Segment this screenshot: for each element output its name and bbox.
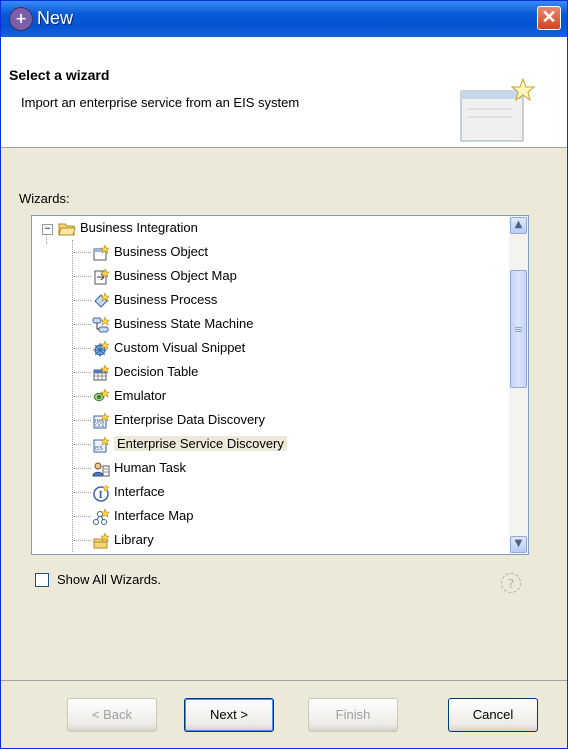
chevron-up-icon: ▲ — [514, 219, 523, 230]
custom-visual-snippet-icon — [93, 339, 110, 357]
business-process-icon — [94, 291, 110, 308]
help-icon[interactable]: ? — [501, 573, 521, 593]
tree-root-business-integration[interactable]: Business Integration — [58, 216, 198, 240]
tree-item-enterprise-service-discovery[interactable]: EIS Enterprise Service Discovery — [92, 432, 287, 456]
chevron-down-icon: ▼ — [514, 538, 523, 549]
tree-item-label: Human Task — [114, 460, 187, 475]
tree-item-label: Custom Visual Snippet — [114, 340, 246, 355]
tree-item-business-object[interactable]: Business Object — [92, 240, 208, 264]
enterprise-service-discovery-icon: EIS — [93, 435, 110, 453]
tree-item-label: Interface Map — [114, 508, 194, 523]
tree-item-label: Interface — [114, 484, 165, 499]
cancel-button[interactable]: Cancel — [448, 698, 538, 732]
enterprise-data-discovery-icon: IMSCICS — [93, 411, 110, 429]
scroll-down-button[interactable]: ▼ — [510, 536, 527, 553]
wizards-tree[interactable]: − Business Integration Business Object B… — [31, 215, 529, 555]
svg-text:I: I — [99, 491, 103, 501]
next-button[interactable]: Next > — [184, 698, 274, 732]
folder-open-icon — [58, 223, 76, 236]
interface-icon: I — [93, 484, 110, 502]
tree-item-label: Enterprise Data Discovery — [114, 412, 265, 427]
svg-text:EIS: EIS — [95, 446, 103, 452]
interface-map-icon — [93, 507, 110, 525]
close-icon: ✕ — [541, 7, 557, 27]
title-bar[interactable]: + New ✕ — [1, 1, 567, 37]
scroll-up-button[interactable]: ▲ — [510, 217, 527, 234]
back-button[interactable]: < Back — [67, 698, 157, 732]
window-title: New — [37, 8, 74, 28]
tree-item-custom-visual-snippet[interactable]: Custom Visual Snippet — [92, 336, 245, 360]
app-icon: + — [9, 7, 33, 31]
wizards-label: Wizards: — [19, 191, 70, 206]
banner-description: Import an enterprise service from an EIS… — [21, 95, 300, 110]
tree-item-decision-table[interactable]: Decision Table — [92, 360, 198, 384]
footer-divider — [1, 680, 567, 681]
tree-item-interface-map[interactable]: Interface Map — [92, 504, 194, 528]
tree-item-business-process[interactable]: Business Process — [92, 288, 217, 312]
emulator-icon — [93, 387, 110, 401]
tree-item-interface[interactable]: I Interface — [92, 480, 165, 504]
tree-item-human-task[interactable]: Human Task — [92, 456, 186, 480]
tree-item-emulator[interactable]: Emulator — [92, 384, 166, 408]
tree-item-library[interactable]: Library — [92, 528, 154, 552]
show-all-wizards-checkbox[interactable] — [35, 573, 49, 587]
tree-item-label: Emulator — [114, 388, 167, 403]
tree-item-label: Decision Table — [114, 364, 199, 379]
banner-title: Select a wizard — [9, 67, 110, 83]
tree-item-label: Business Object — [114, 244, 208, 259]
tree-item-business-object-map[interactable]: Business Object Map — [92, 264, 237, 288]
wizard-banner: Select a wizard Import an enterprise ser… — [1, 37, 567, 148]
new-wizard-banner-icon — [460, 77, 536, 142]
tree-item-label: Business Object Map — [114, 268, 237, 283]
human-task-icon — [92, 462, 110, 477]
collapse-toggle[interactable]: − — [42, 224, 53, 235]
close-button[interactable]: ✕ — [537, 6, 561, 30]
new-wizard-dialog: + New ✕ Select a wizard Import an enterp… — [0, 0, 568, 749]
tree-vertical-scrollbar[interactable]: ▲ ≡ ▼ — [509, 216, 528, 554]
tree-item-label: Enterprise Service Discovery — [114, 436, 287, 451]
tree-item-label: Business State Machine — [114, 316, 254, 331]
finish-button[interactable]: Finish — [308, 698, 398, 732]
tree-item-label: Library — [114, 532, 154, 547]
business-object-map-icon — [94, 267, 110, 285]
business-state-machine-icon — [92, 315, 110, 333]
tree-item-enterprise-data-discovery[interactable]: IMS CICS Enterprise Data Discovery — [92, 408, 265, 432]
tree-item-business-state-machine[interactable]: Business State Machine — [92, 312, 253, 336]
library-icon — [93, 531, 110, 549]
show-all-wizards-label[interactable]: Show All Wizards. — [57, 572, 161, 587]
decision-table-icon — [93, 363, 110, 381]
business-object-icon — [93, 243, 110, 261]
scroll-thumb[interactable]: ≡ — [510, 270, 527, 388]
svg-text:CICS: CICS — [95, 423, 105, 428]
tree-item-label: Business Process — [114, 292, 218, 307]
tree-root-label: Business Integration — [80, 220, 198, 235]
